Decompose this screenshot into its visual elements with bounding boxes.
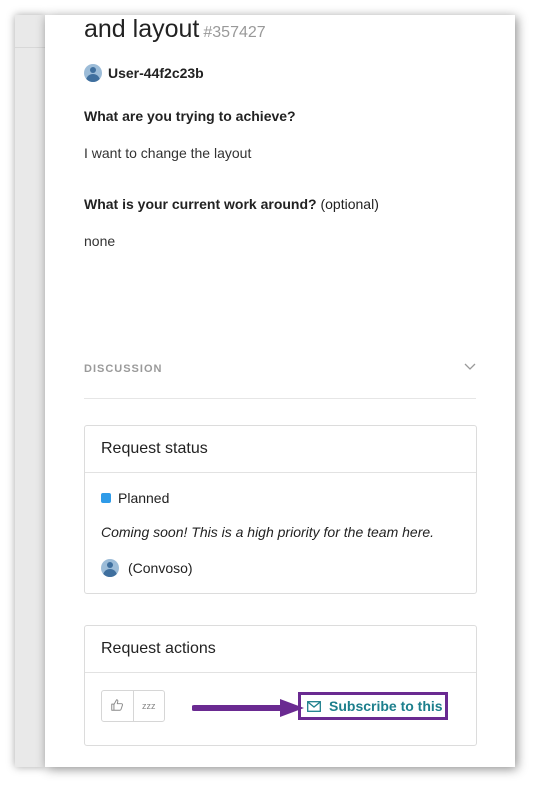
request-actions-card: Request actions zzz Subscribe to this	[84, 625, 477, 746]
subscribe-button[interactable]: Subscribe to this	[298, 692, 448, 720]
request-actions-heading: Request actions	[85, 626, 476, 673]
vote-button-group: zzz	[101, 690, 165, 722]
author-row: User-44f2c23b	[84, 64, 204, 82]
subscribe-label: Subscribe to this	[329, 698, 443, 714]
upvote-button[interactable]	[102, 691, 133, 721]
avatar	[84, 64, 102, 82]
request-status-card: Request status Planned Coming soon! This…	[84, 425, 477, 594]
background-window	[15, 15, 45, 767]
divider	[84, 398, 476, 399]
snooze-button[interactable]: zzz	[132, 691, 165, 721]
background-divider	[15, 47, 45, 48]
avatar	[101, 559, 119, 577]
snooze-icon: zzz	[142, 701, 156, 711]
status-dot-icon	[101, 493, 111, 503]
owner-label: (Convoso)	[128, 560, 193, 576]
request-detail-panel: and layout #357427 User-44f2c23b What are…	[45, 15, 515, 767]
author-name[interactable]: User-44f2c23b	[108, 65, 204, 81]
annotation-arrow	[192, 699, 304, 717]
question-goal: What are you trying to achieve?	[84, 108, 296, 124]
request-title-text: and layout	[84, 15, 200, 43]
question-workaround: What is your current work around? (optio…	[84, 196, 379, 212]
request-status-heading: Request status	[85, 426, 476, 473]
answer-workaround: none	[84, 233, 116, 249]
optional-tag: (optional)	[320, 196, 379, 212]
chevron-down-icon[interactable]	[464, 358, 476, 374]
status-note: Coming soon! This is a high priority for…	[101, 524, 435, 540]
discussion-header[interactable]: DISCUSSION	[84, 363, 476, 375]
request-title: and layout #357427	[84, 15, 266, 47]
question-workaround-label: What is your current work around?	[84, 196, 317, 212]
mail-icon	[307, 700, 321, 712]
question-goal-label: What are you trying to achieve?	[84, 108, 296, 124]
status-badge: Planned	[101, 490, 169, 506]
answer-goal: I want to change the layout	[84, 145, 252, 161]
thumbs-up-icon	[110, 698, 124, 714]
status-label: Planned	[118, 490, 170, 506]
discussion-label: DISCUSSION	[84, 363, 163, 375]
status-owner: (Convoso)	[101, 559, 193, 577]
request-number: #357427	[203, 24, 266, 41]
